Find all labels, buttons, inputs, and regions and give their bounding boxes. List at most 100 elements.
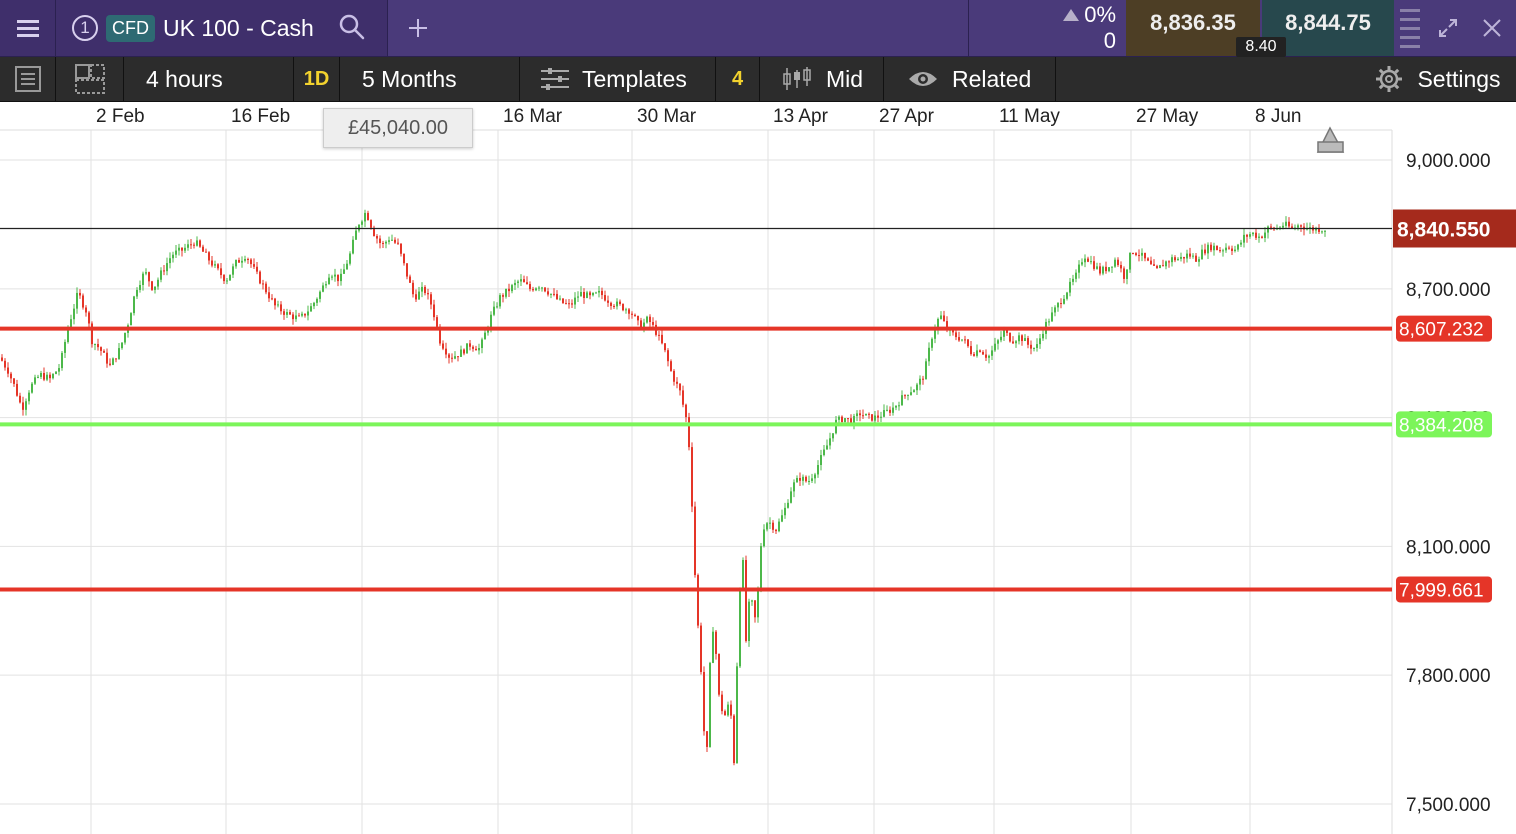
level-tag[interactable]: 8,384.208	[1396, 411, 1492, 438]
candle	[664, 343, 666, 353]
candle	[550, 293, 552, 299]
candle	[961, 339, 963, 342]
candle	[583, 288, 585, 304]
period-short-button[interactable]: 1D	[294, 57, 340, 101]
settings-button[interactable]: Settings	[1360, 57, 1516, 101]
candle	[445, 342, 447, 359]
candle	[364, 209, 366, 228]
y-tick-label: 7,800.000	[1406, 666, 1491, 687]
candle	[631, 311, 633, 319]
candle	[397, 238, 399, 245]
candle	[1108, 267, 1110, 273]
search-icon[interactable]	[338, 13, 366, 41]
interval-select[interactable]: 4 hours	[124, 57, 294, 101]
candle	[412, 280, 414, 298]
candle	[625, 307, 627, 314]
list-button[interactable]	[0, 57, 56, 101]
candle	[727, 701, 729, 717]
candle	[58, 363, 60, 376]
candle	[133, 295, 135, 316]
candle	[751, 599, 753, 606]
candle	[895, 405, 897, 411]
candle	[1117, 257, 1119, 267]
candle	[214, 260, 216, 268]
candle	[238, 257, 240, 263]
candle	[925, 358, 927, 380]
candle	[229, 274, 231, 281]
candle	[208, 251, 210, 265]
candle	[148, 271, 150, 287]
candle	[694, 501, 696, 578]
candle	[283, 308, 285, 320]
candle	[979, 349, 981, 353]
candle	[385, 240, 387, 249]
candle	[607, 295, 609, 307]
x-tick-label: 8 Jun	[1255, 106, 1301, 127]
candle	[478, 343, 480, 355]
candle	[64, 339, 66, 358]
close-button[interactable]	[1474, 0, 1510, 56]
x-tick-label: 11 May	[999, 106, 1060, 127]
candle	[682, 385, 684, 408]
layout-button[interactable]	[56, 57, 124, 101]
price-chart[interactable]: 2 Feb16 Feb2 Mar16 Mar30 Mar13 Apr27 Apr…	[0, 102, 1516, 834]
candle	[1069, 277, 1071, 297]
buy-price: 8,844.75	[1285, 10, 1371, 35]
candle	[460, 345, 462, 357]
indicator-count-button[interactable]: 4	[716, 57, 760, 101]
candle	[577, 291, 579, 302]
add-tab-button[interactable]	[400, 0, 436, 56]
candle	[595, 291, 597, 294]
candle	[190, 238, 192, 250]
candle	[1039, 334, 1041, 349]
candle	[292, 312, 294, 325]
candle	[409, 274, 411, 283]
candle	[463, 348, 465, 356]
candle	[877, 410, 879, 423]
instrument-tab[interactable]: 1 CFD UK 100 - Cash	[56, 0, 388, 56]
candle	[94, 343, 96, 351]
candle	[1060, 298, 1062, 309]
candle	[997, 338, 999, 350]
menu-button[interactable]	[0, 0, 56, 56]
candle	[733, 714, 735, 766]
candle	[859, 409, 861, 422]
candle	[352, 236, 354, 255]
candle	[205, 248, 207, 253]
drag-handle[interactable]	[1398, 0, 1422, 56]
range-select[interactable]: 5 Months	[340, 57, 520, 101]
level-tag[interactable]: 7,999.661	[1396, 576, 1492, 603]
candle	[646, 315, 648, 324]
candle	[916, 382, 918, 396]
home-icon[interactable]	[1316, 126, 1345, 153]
candle	[913, 388, 915, 393]
related-button[interactable]: Related	[884, 57, 1056, 101]
candle	[1033, 347, 1035, 352]
candle	[451, 353, 453, 363]
candle	[1219, 246, 1221, 253]
candle	[154, 286, 156, 294]
candle	[241, 256, 243, 268]
candle	[931, 337, 933, 351]
candle	[469, 339, 471, 351]
price-mode-select[interactable]: Mid	[760, 57, 884, 101]
candle	[970, 341, 972, 356]
x-tick-label: 16 Feb	[231, 106, 290, 127]
candle	[187, 239, 189, 251]
candle	[232, 263, 234, 279]
chart-toolbar: 4 hours 1D 5 Months Templates 4 Mid Rela…	[0, 57, 1516, 103]
level-tag[interactable]: 8,607.232	[1396, 315, 1492, 342]
candle	[721, 690, 723, 715]
candle	[157, 277, 159, 290]
candle	[958, 331, 960, 342]
candle	[745, 555, 747, 643]
candle	[715, 629, 717, 660]
candle	[649, 314, 651, 327]
candle	[1213, 242, 1215, 256]
candle	[940, 311, 942, 320]
candle	[718, 653, 720, 697]
templates-button[interactable]: Templates	[520, 57, 716, 101]
candle	[466, 343, 468, 354]
candle	[223, 274, 225, 285]
expand-button[interactable]	[1430, 0, 1466, 56]
